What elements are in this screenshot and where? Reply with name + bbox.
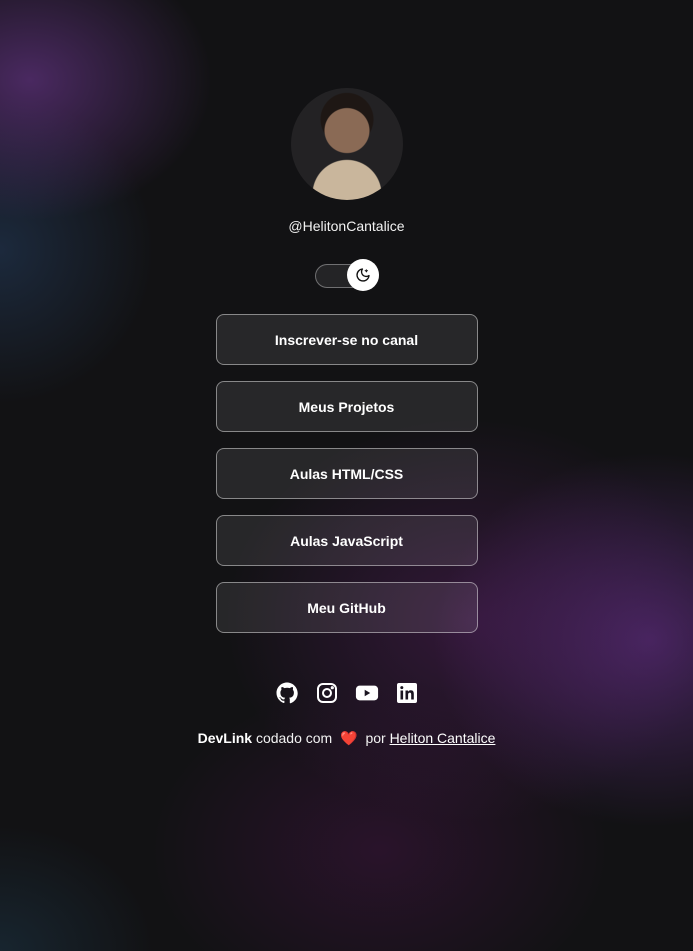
github-icon (276, 682, 298, 704)
youtube-link[interactable] (355, 681, 379, 705)
theme-toggle-switch[interactable] (314, 259, 379, 292)
footer: DevLink codado com ❤️ por Heliton Cantal… (198, 729, 496, 747)
moon-icon (355, 268, 370, 282)
github-link[interactable] (275, 681, 299, 705)
instagram-link[interactable] (315, 681, 339, 705)
switch-knob[interactable] (346, 259, 379, 291)
linkedin-icon (396, 683, 417, 703)
linkedin-link[interactable] (395, 681, 419, 705)
link-subscribe-button[interactable]: Inscrever-se no canal (215, 314, 478, 365)
username: @HelitonCantalice (288, 218, 405, 234)
link-projects-button[interactable]: Meus Projetos (215, 381, 478, 432)
link-javascript-button[interactable]: Aulas JavaScript (215, 515, 478, 566)
youtube-icon (355, 685, 378, 701)
link-html-css-button[interactable]: Aulas HTML/CSS (215, 448, 478, 499)
footer-text-before: codado com (255, 730, 333, 746)
link-list: Inscrever-se no canal Meus Projetos Aula… (215, 314, 478, 633)
avatar (290, 88, 403, 200)
page-container: @HelitonCantalice Inscrever-se no canal … (0, 0, 693, 747)
link-github-button[interactable]: Meu GitHub (215, 582, 478, 633)
heart-icon: ❤️ (340, 730, 358, 746)
footer-text-after: por (365, 730, 386, 746)
social-links (275, 681, 419, 705)
author-link[interactable]: Heliton Cantalice (390, 730, 496, 746)
instagram-icon (316, 683, 337, 703)
footer-brand: DevLink (197, 730, 253, 746)
